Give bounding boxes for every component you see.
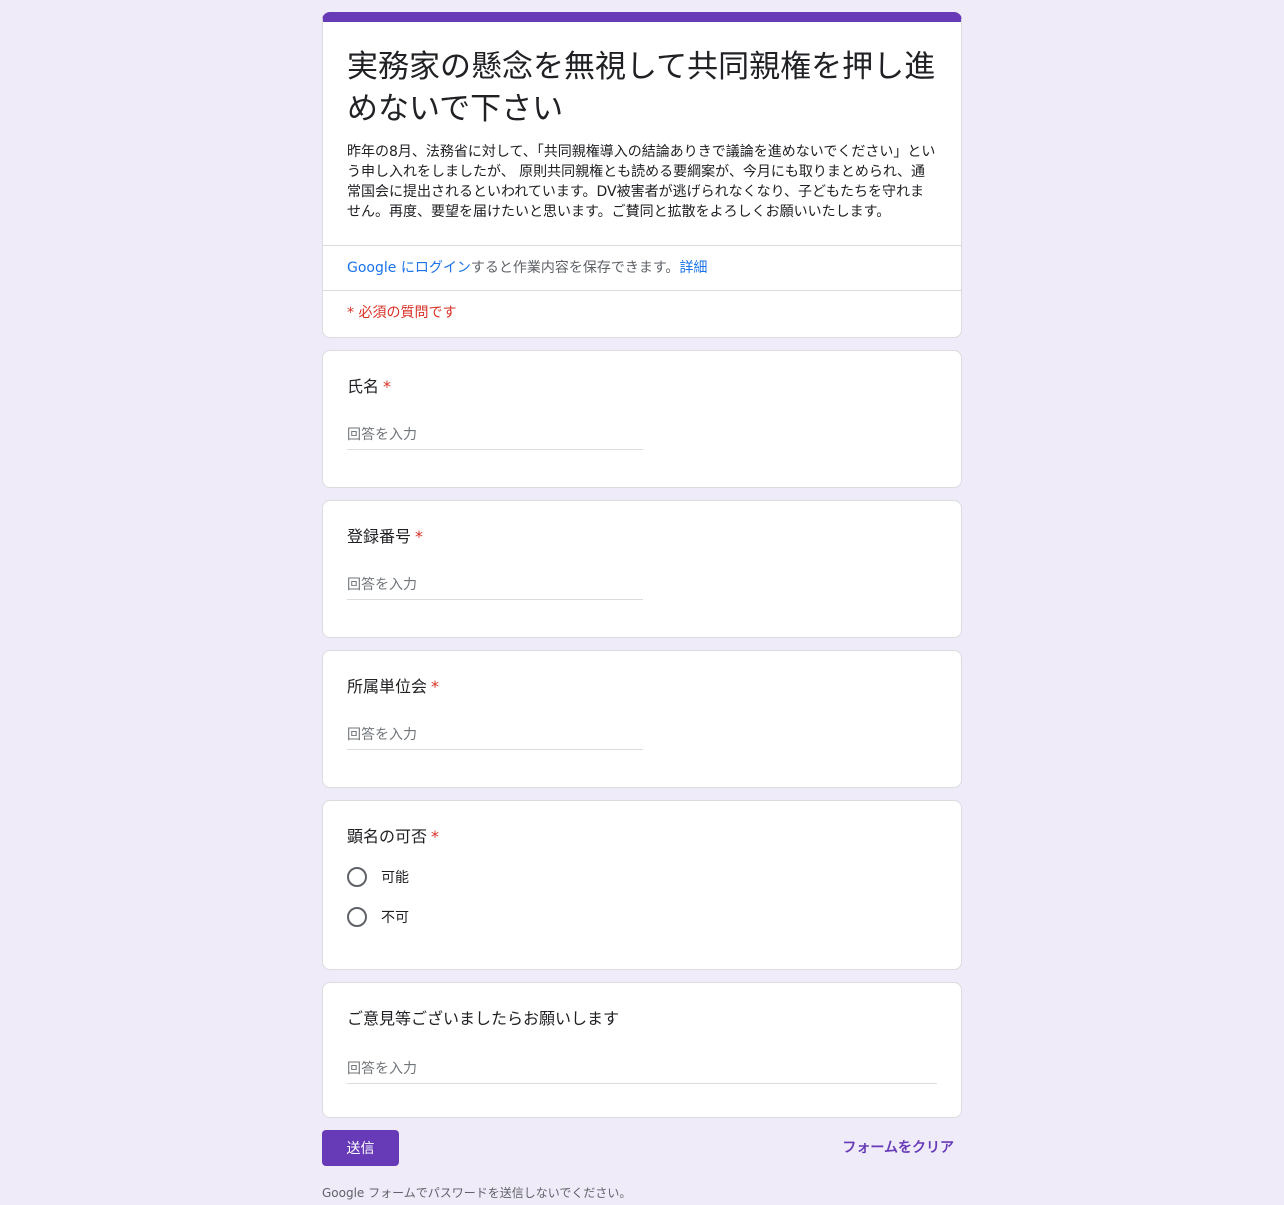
question-title-text: 登録番号 <box>347 527 412 546</box>
clear-form-button[interactable]: フォームをクリア <box>842 1130 954 1166</box>
question-card-name: 氏名 * 回答を入力 <box>322 350 962 488</box>
login-text: すると作業内容を保存できます。 <box>470 260 680 276</box>
required-star: * <box>431 827 440 846</box>
question-title: ご意見等ございましたらお願いします <box>347 1007 937 1031</box>
name-input[interactable]: 回答を入力 <box>347 425 643 450</box>
comments-input[interactable]: 回答を入力 <box>347 1059 937 1084</box>
radio-circle-icon[interactable] <box>347 907 367 927</box>
question-title: 顕名の可否 * <box>347 825 937 849</box>
required-star: * <box>415 527 424 546</box>
form-title: 実務家の懸念を無視して共同親権を押し進めないで下さい <box>347 49 936 127</box>
question-card-anonymity: 顕名の可否 * 可能 不可 <box>322 800 962 970</box>
question-title-text: 所属単位会 <box>347 677 428 696</box>
required-note: * 必須の質問です <box>347 305 457 321</box>
question-title-text: ご意見等ございましたらお願いします <box>347 1009 620 1028</box>
submit-button[interactable]: 送信 <box>322 1130 399 1166</box>
question-title: 登録番号 * <box>347 525 937 549</box>
question-card-comments: ご意見等ございましたらお願いします 回答を入力 <box>322 982 962 1118</box>
question-title: 氏名 * <box>347 375 937 399</box>
radio-option-not-possible[interactable]: 不可 <box>347 897 937 937</box>
question-card-affiliation: 所属単位会 * 回答を入力 <box>322 650 962 788</box>
question-title-text: 氏名 <box>347 377 380 396</box>
password-warning: Google フォームでパスワードを送信しないでください。 <box>322 1186 632 1200</box>
form-container: 実務家の懸念を無視して共同親権を押し進めないで下さい 昨年の8月、法務省に対して… <box>322 12 962 1201</box>
login-banner: Google にログインすると作業内容を保存できます。詳細 <box>323 245 961 291</box>
question-title-text: 顕名の可否 <box>347 827 428 846</box>
required-star: * <box>431 677 440 696</box>
radio-label: 不可 <box>381 910 409 926</box>
radio-option-possible[interactable]: 可能 <box>347 857 937 897</box>
radio-circle-icon[interactable] <box>347 867 367 887</box>
affiliation-input[interactable]: 回答を入力 <box>347 725 643 750</box>
required-star: * <box>383 377 392 396</box>
radio-label: 可能 <box>381 870 409 886</box>
form-actions: 送信 フォームをクリア <box>322 1130 962 1176</box>
form-header-card: 実務家の懸念を無視して共同親権を押し進めないで下さい 昨年の8月、法務省に対して… <box>322 12 962 338</box>
login-link[interactable]: Google にログイン <box>347 260 471 276</box>
details-link[interactable]: 詳細 <box>679 260 707 276</box>
registration-number-input[interactable]: 回答を入力 <box>347 575 643 600</box>
question-card-registration-number: 登録番号 * 回答を入力 <box>322 500 962 638</box>
radio-group: 可能 不可 <box>347 857 937 937</box>
form-description: 昨年の8月、法務省に対して、「共同親権導入の結論ありきで議論を進めないでください… <box>347 144 936 220</box>
question-title: 所属単位会 * <box>347 675 937 699</box>
